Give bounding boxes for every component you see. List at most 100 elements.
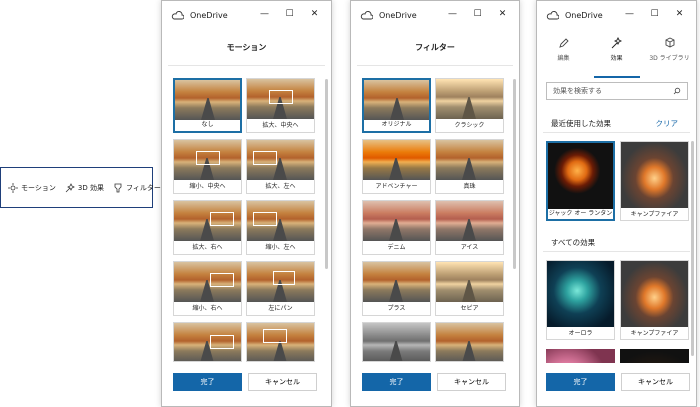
motion-option-none[interactable]: なし	[173, 78, 242, 133]
motion-frame	[253, 151, 277, 165]
filter-window: OneDrive — ☐ ✕ フィルター オリジナル クラシック アドベンチャー…	[350, 0, 520, 407]
divider	[543, 251, 690, 252]
effects-window: OneDrive — ☐ ✕ 編集 効果 3D ライブラリ 効果を検索する 最近…	[536, 0, 697, 407]
effect-label: キャンプファイア	[630, 329, 679, 337]
maximize-button[interactable]: ☐	[465, 7, 490, 21]
option-label: クラシック	[454, 122, 485, 129]
cancel-button[interactable]: キャンセル	[248, 373, 317, 391]
option-label: 拡大、左へ	[265, 183, 296, 190]
filter-thumbnail	[436, 140, 503, 180]
effect-option[interactable]	[620, 349, 689, 363]
filter-option-pearl[interactable]: 真珠	[435, 139, 504, 194]
clear-link[interactable]: クリア	[656, 118, 679, 129]
filter-option[interactable]	[435, 322, 504, 362]
effect-preview	[621, 142, 688, 208]
motion-option-zoom-out-right[interactable]: 縮小、右へ	[173, 261, 242, 316]
motion-frame	[210, 212, 234, 226]
motion-frame	[269, 90, 293, 104]
done-button[interactable]: 完了	[173, 373, 242, 391]
motion-thumbnail	[175, 80, 240, 120]
option-label: オリジナル	[381, 121, 412, 128]
motion-frame	[196, 151, 220, 165]
motion-option[interactable]	[246, 322, 315, 362]
window-title: OneDrive	[379, 10, 417, 20]
option-label: 縮小、右へ	[192, 305, 223, 312]
title-bar: OneDrive — ☐ ✕	[351, 1, 519, 29]
effect-preview	[547, 261, 614, 327]
effect-jack-o-lantern[interactable]: ジャック オー ランタン	[546, 141, 615, 221]
maximize-button[interactable]: ☐	[277, 7, 302, 21]
filter-option[interactable]	[362, 322, 431, 362]
scrollbar[interactable]	[325, 79, 328, 269]
toolbar-item-label: 3D 効果	[77, 183, 104, 192]
done-button[interactable]: 完了	[546, 373, 615, 391]
divider	[168, 65, 325, 66]
pencil-icon	[558, 38, 569, 48]
tab-effects[interactable]: 効果	[592, 37, 642, 78]
motion-window: OneDrive — ☐ ✕ モーション なし 拡大、中央へ 縮小、中央へ 拡大…	[161, 0, 332, 407]
motion-option-zoom-in-right[interactable]: 拡大、右へ	[173, 200, 242, 255]
effect-campfire[interactable]: キャンプファイア	[620, 260, 689, 340]
tab-edit[interactable]: 編集	[539, 37, 589, 73]
filter-thumbnail	[364, 80, 429, 120]
effects-search-input[interactable]: 効果を検索する	[546, 82, 688, 100]
option-label: デニム	[387, 244, 406, 251]
onedrive-cloud-icon	[360, 10, 373, 19]
effect-preview	[621, 261, 688, 327]
motion-frame	[273, 271, 295, 285]
motion-grid: なし 拡大、中央へ 縮小、中央へ 拡大、左へ 拡大、右へ 縮小、左へ 縮小、右へ…	[173, 78, 315, 362]
minimize-button[interactable]: —	[252, 7, 277, 21]
effect-campfire[interactable]: キャンプファイア	[620, 141, 689, 221]
sparkle-icon	[611, 37, 622, 49]
panel-title: フィルター	[415, 43, 455, 52]
effect-preview	[620, 349, 689, 363]
effect-aurora[interactable]: オーロラ	[546, 260, 615, 340]
filter-option-denim[interactable]: デニム	[362, 200, 431, 255]
effects-icon	[65, 182, 75, 192]
motion-option[interactable]	[173, 322, 242, 362]
window-title: OneDrive	[190, 10, 228, 20]
minimize-button[interactable]: —	[617, 7, 642, 21]
cancel-button[interactable]: キャンセル	[621, 373, 690, 391]
title-bar: OneDrive — ☐ ✕	[162, 1, 331, 29]
maximize-button[interactable]: ☐	[642, 7, 667, 21]
motion-option-zoom-in-left[interactable]: 拡大、左へ	[246, 139, 315, 194]
toolbar-item-label: モーション	[21, 183, 56, 192]
search-placeholder: 効果を検索する	[553, 87, 602, 95]
filter-icon	[114, 183, 122, 192]
toolbar-item-motion[interactable]: モーション	[8, 182, 56, 193]
filter-option-classic[interactable]: クラシック	[435, 78, 504, 133]
scrollbar[interactable]	[513, 79, 516, 269]
toolbar-item-filter[interactable]: フィルター	[113, 183, 161, 193]
done-button[interactable]: 完了	[362, 373, 431, 391]
motion-option-zoom-out-left[interactable]: 縮小、左へ	[246, 200, 315, 255]
scrollbar[interactable]	[691, 141, 694, 356]
motion-option-pan-left[interactable]: 左にパン	[246, 261, 315, 316]
filter-option-original[interactable]: オリジナル	[362, 78, 431, 133]
close-button[interactable]: ✕	[302, 7, 327, 21]
cube-icon	[665, 37, 674, 48]
minimize-button[interactable]: —	[440, 7, 465, 21]
panel-title: モーション	[226, 43, 267, 52]
close-button[interactable]: ✕	[490, 7, 515, 21]
filter-option-ice[interactable]: アイス	[435, 200, 504, 255]
close-button[interactable]: ✕	[667, 7, 692, 21]
filter-grid: オリジナル クラシック アドベンチャー 真珠 デニム アイス プラス セピア	[362, 78, 504, 362]
search-icon[interactable]	[673, 87, 681, 95]
effect-preview	[546, 349, 615, 363]
toolbar-item-3d-effects[interactable]: 3D 効果	[65, 182, 104, 193]
tab-3d-library[interactable]: 3D ライブラリ	[645, 37, 695, 73]
effects-tabs: 編集 効果 3D ライブラリ	[537, 37, 696, 78]
motion-option-zoom-out-center[interactable]: 縮小、中央へ	[173, 139, 242, 194]
motion-option-zoom-in-center[interactable]: 拡大、中央へ	[246, 78, 315, 133]
filter-option-plus[interactable]: プラス	[362, 261, 431, 316]
cancel-button[interactable]: キャンセル	[437, 373, 506, 391]
toolbar-item-label: フィルター	[125, 183, 161, 192]
effect-bokeh[interactable]	[546, 349, 615, 363]
filter-option-adventure[interactable]: アドベンチャー	[362, 139, 431, 194]
effect-label: ジャック オー ランタン	[548, 209, 613, 217]
filter-thumbnail	[436, 262, 503, 302]
option-label: 拡大、右へ	[192, 244, 223, 251]
filter-thumbnail	[363, 323, 430, 361]
filter-option-sepia[interactable]: セピア	[435, 261, 504, 316]
